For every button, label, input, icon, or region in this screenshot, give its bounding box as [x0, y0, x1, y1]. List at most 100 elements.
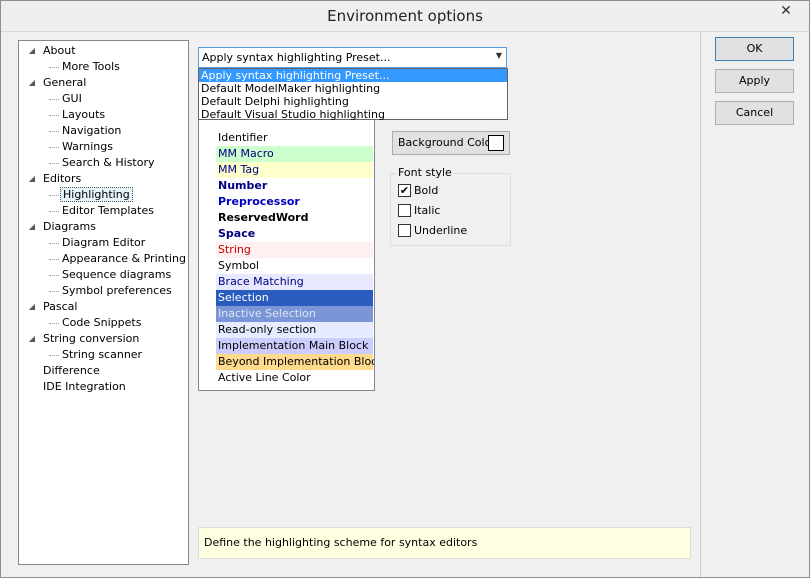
highlight-element-list[interactable]: Comment Identifier MM Macro MM Tag Number Pre… — [198, 111, 375, 391]
highlight-element-item[interactable]: MM Macro — [216, 146, 373, 162]
tree-item-label: Navigation — [62, 124, 122, 137]
highlight-element-item[interactable]: Identifier — [216, 130, 373, 146]
tree-item[interactable]: Symbol preferences — [49, 283, 174, 299]
tree-item-label: Editors — [43, 172, 82, 185]
tree-item-label: String scanner — [62, 348, 143, 361]
preset-option[interactable]: Default ModelMaker highlighting — [199, 82, 507, 95]
ok-button[interactable]: OK — [715, 37, 794, 61]
tree-item-label: Diagram Editor — [62, 236, 146, 249]
preset-combobox[interactable]: Apply syntax highlighting Preset... ▼ — [198, 47, 507, 68]
expand-arrow-icon[interactable]: ◢ — [27, 331, 37, 347]
options-tree[interactable]: ◢ About More Tools ◢ General GUI Layouts Naviga… — [18, 40, 189, 565]
tree-connector — [49, 355, 59, 356]
tree-item-label: Difference — [43, 364, 100, 377]
tree-item[interactable]: Diagram Editor — [49, 235, 147, 251]
tree-item[interactable]: Layouts — [49, 107, 107, 123]
apply-button[interactable]: Apply — [715, 69, 794, 93]
tree-item[interactable]: More Tools — [49, 59, 122, 75]
highlight-element-item[interactable]: Brace Matching — [216, 274, 373, 290]
cancel-button[interactable]: Cancel — [715, 101, 794, 125]
tree-connector — [49, 243, 59, 244]
tree-item-label: GUI — [62, 92, 82, 105]
tree-item[interactable]: Navigation — [49, 123, 123, 139]
tree-connector — [49, 275, 59, 276]
highlight-element-item[interactable]: Implementation Main Block — [216, 338, 373, 354]
tree-item[interactable]: GUI — [49, 91, 84, 107]
expand-arrow-icon[interactable]: ◢ — [27, 299, 37, 315]
tree-item-label: Pascal — [43, 300, 78, 313]
expand-arrow-icon[interactable]: ◢ — [27, 171, 37, 187]
expand-arrow-icon[interactable]: ◢ — [27, 75, 37, 91]
tree-item[interactable]: ◢ Diagrams — [29, 219, 98, 235]
tree-item-label: Editor Templates — [62, 204, 154, 217]
tree-connector — [49, 99, 59, 100]
tree-item[interactable]: ◢ General — [29, 75, 88, 91]
checkbox-label: Bold — [414, 184, 439, 197]
preset-option[interactable]: Apply syntax highlighting Preset... — [199, 69, 507, 82]
tree-item[interactable]: Highlighting — [49, 187, 133, 203]
divider — [700, 32, 701, 577]
tree-item[interactable]: Warnings — [49, 139, 115, 155]
highlight-element-item[interactable]: ReservedWord — [216, 210, 373, 226]
background-color-swatch — [488, 135, 504, 151]
checkbox-label: Italic — [414, 204, 441, 217]
tree-item-label: Sequence diagrams — [62, 268, 172, 281]
tree-item-label: More Tools — [62, 60, 120, 73]
tree-item[interactable]: Sequence diagrams — [49, 267, 173, 283]
tree-connector — [49, 163, 59, 164]
font-style-title: Font style — [396, 166, 454, 179]
highlight-element-item[interactable]: String — [216, 242, 373, 258]
close-icon[interactable]: ✕ — [769, 1, 803, 21]
tree-connector — [49, 131, 59, 132]
checkbox[interactable] — [398, 224, 411, 237]
highlight-element-item[interactable]: Selection — [216, 290, 373, 306]
tree-item[interactable]: String scanner — [49, 347, 144, 363]
background-color-button[interactable]: Background Color — [392, 131, 510, 155]
tree-item-label: Diagrams — [43, 220, 96, 233]
tree-connector — [49, 259, 59, 260]
tree-connector — [49, 211, 59, 212]
tree-item[interactable]: Appearance & Printing — [49, 251, 188, 267]
tree-item[interactable]: ◢ Pascal — [29, 299, 79, 315]
tree-item[interactable]: IDE Integration — [41, 379, 128, 395]
hint-panel: Define the highlighting scheme for synta… — [198, 527, 691, 559]
highlight-element-item[interactable]: Active Line Color — [216, 370, 373, 386]
tree-item-label: Search & History — [62, 156, 155, 169]
preset-option[interactable]: Default Delphi highlighting — [199, 95, 507, 108]
expand-arrow-icon[interactable]: ◢ — [27, 219, 37, 235]
tree-item[interactable]: ◢ String conversion — [29, 331, 141, 347]
tree-item-label: Symbol preferences — [62, 284, 172, 297]
tree-item-label: Highlighting — [60, 187, 133, 202]
highlight-element-item[interactable]: Number — [216, 178, 373, 194]
tree-item[interactable]: ◢ About — [29, 43, 78, 59]
highlight-element-item[interactable]: MM Tag — [216, 162, 373, 178]
tree-item-label: About — [43, 44, 76, 57]
tree-item[interactable]: ◢ Editors — [29, 171, 83, 187]
tree-item[interactable]: Search & History — [49, 155, 157, 171]
highlight-element-item[interactable]: Symbol — [216, 258, 373, 274]
tree-item[interactable]: Editor Templates — [49, 203, 156, 219]
preset-dropdown-list[interactable]: Apply syntax highlighting Preset... Defau… — [198, 68, 508, 121]
highlight-element-item[interactable]: Inactive Selection — [216, 306, 373, 322]
tree-item-label: String conversion — [43, 332, 140, 345]
tree-connector — [49, 67, 59, 68]
tree-item-label: Warnings — [62, 140, 113, 153]
highlight-element-item[interactable]: Space — [216, 226, 373, 242]
tree-connector — [49, 323, 59, 324]
tree-item-label: Layouts — [62, 108, 106, 121]
expand-arrow-icon[interactable]: ◢ — [27, 43, 37, 59]
tree-item[interactable]: Code Snippets — [49, 315, 143, 331]
tree-item-label: Code Snippets — [62, 316, 142, 329]
checkbox[interactable]: ✔ — [398, 184, 411, 197]
preset-combobox-value: Apply syntax highlighting Preset... — [202, 51, 391, 64]
tree-item-label: IDE Integration — [43, 380, 126, 393]
preset-option[interactable]: Default Visual Studio highlighting — [199, 108, 507, 121]
tree-item[interactable]: Difference — [41, 363, 102, 379]
highlight-element-item[interactable]: Beyond Implementation Block — [216, 354, 374, 370]
window-title: Environment options — [327, 7, 483, 25]
highlight-element-item[interactable]: Preprocessor — [216, 194, 373, 210]
highlight-element-item[interactable]: Read-only section — [216, 322, 373, 338]
checkbox[interactable] — [398, 204, 411, 217]
chevron-down-icon[interactable]: ▼ — [496, 51, 502, 60]
tree-connector — [49, 115, 59, 116]
